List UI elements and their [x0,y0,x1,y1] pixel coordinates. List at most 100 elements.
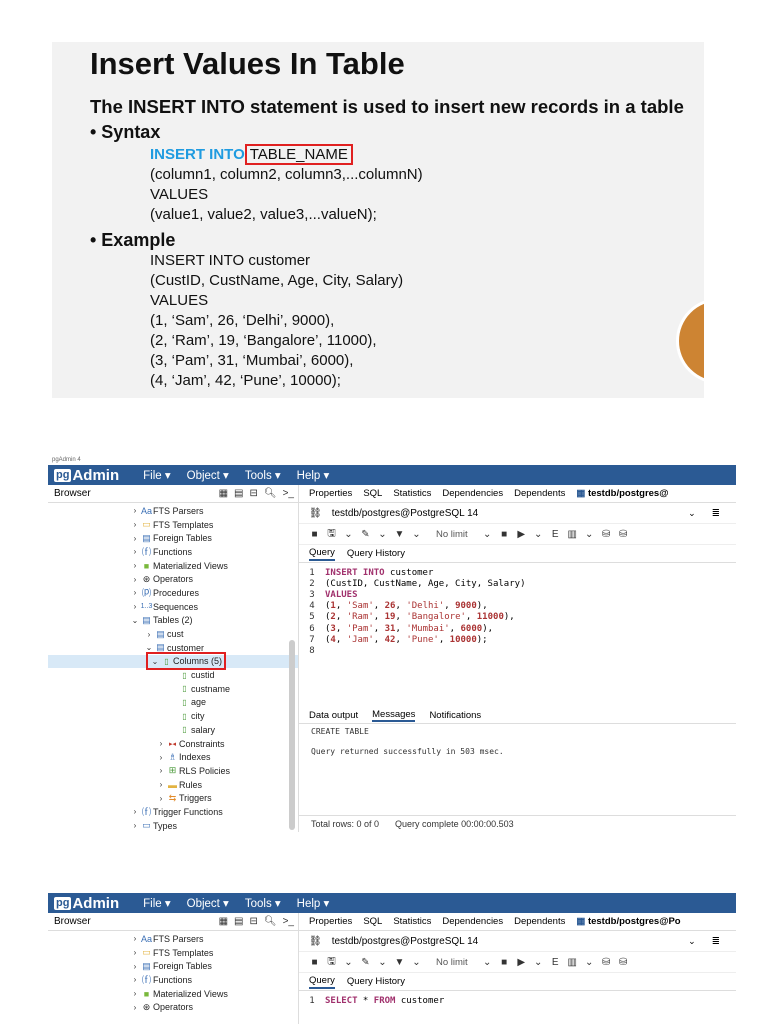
tab-dependencies[interactable]: Dependencies [442,916,503,927]
menu-help[interactable]: Help ▾ [297,896,330,910]
query-tool-icon[interactable]: ▦ [219,916,228,927]
tree-item-fts-parsers[interactable]: › Aa FTS Parsers [48,932,298,946]
tree-item-materialized-views[interactable]: › ■ Materialized Views [48,559,298,573]
tab-properties[interactable]: Properties [309,488,352,499]
chevron-down-icon[interactable]: ⌄ [688,936,696,947]
filter-rows-icon[interactable]: ⊟ [250,916,258,927]
tree-item-age[interactable]: ▯ age [48,696,298,710]
tree-item-sequences[interactable]: › 1..3 Sequences [48,600,298,614]
chevron-down-icon[interactable]: ⌄ [533,529,544,540]
tab-messages[interactable]: Messages [372,709,416,722]
chevron-down-icon[interactable]: ⌄ [150,657,160,666]
chevron-right-icon[interactable]: › [144,630,154,639]
explain-analyze-icon[interactable]: ▥ [567,529,578,540]
tree-item-city[interactable]: ▯ city [48,709,298,723]
chevron-right-icon[interactable]: › [130,561,140,570]
chevron-right-icon[interactable]: › [130,962,140,971]
edit-icon[interactable]: ✎ [360,957,371,968]
chevron-down-icon[interactable]: ⌄ [377,957,388,968]
chevron-down-icon[interactable]: ⌄ [533,957,544,968]
chevron-right-icon[interactable]: › [130,547,140,556]
tree-item-functions[interactable]: › ⒡ Functions [48,973,298,987]
tab-dependencies[interactable]: Dependencies [442,488,503,499]
tree-item-rls-policies[interactable]: › ⊞ RLS Policies [48,764,298,778]
connection-select[interactable]: testdb/postgres@PostgreSQL 14 [332,936,652,947]
tree-item-fts-templates[interactable]: › ▭ FTS Templates [48,518,298,532]
chevron-right-icon[interactable]: › [130,575,140,584]
chevron-right-icon[interactable]: › [130,1003,140,1012]
chevron-right-icon[interactable]: › [130,520,140,529]
search-icon[interactable]: 🔍︎ [264,488,277,499]
stop-icon[interactable]: ■ [499,957,510,968]
psql-tool-icon[interactable]: >_ [283,916,294,927]
tab-query[interactable]: Query [309,547,335,561]
chevron-right-icon[interactable]: › [156,766,166,775]
rollback-icon[interactable]: ⛁ [618,529,629,540]
tab-dependents[interactable]: Dependents [514,488,565,499]
tree-item-functions[interactable]: › ⒡ Functions [48,545,298,559]
tree-item-operators[interactable]: › ⊛ Operators [48,1000,298,1014]
chevron-right-icon[interactable]: › [130,948,140,957]
chevron-down-icon[interactable]: ⌄ [482,957,493,968]
tree-item-constraints[interactable]: › ▸◂ Constraints [48,737,298,751]
browser-scrollbar[interactable] [289,640,295,830]
chevron-down-icon[interactable]: ⌄ [343,957,354,968]
chevron-down-icon[interactable]: ⌄ [377,529,388,540]
chevron-down-icon[interactable]: ⌄ [688,508,696,519]
tab-notifications[interactable]: Notifications [429,710,481,721]
tree-item-types[interactable]: › ▭ Types [48,819,298,832]
sql-editor[interactable]: 1 INSERT INTO customer 2 (CustID, CustName… [299,563,736,657]
tree-item-rules[interactable]: › ▬ Rules [48,778,298,792]
tab-data-output[interactable]: Data output [309,710,358,721]
tab-query-tool[interactable]: ▦ testdb/postgres@ [576,488,668,499]
row-limit-select[interactable]: No limit [436,529,468,540]
tree-item-triggers[interactable]: › ⇆ Triggers [48,791,298,805]
menu-tools[interactable]: Tools ▾ [245,468,281,482]
tree-item-fts-parsers[interactable]: › Aa FTS Parsers [48,504,298,518]
tree-item-foreign-tables[interactable]: › ▤ Foreign Tables [48,531,298,545]
tree-item-tables[interactable]: ⌄ ▤ Tables (2) [48,614,298,628]
explain-icon[interactable]: E [550,529,561,540]
query-tool-icon[interactable]: ▦ [219,488,228,499]
chevron-right-icon[interactable]: › [130,588,140,597]
chevron-right-icon[interactable]: › [156,739,166,748]
chevron-down-icon[interactable]: ⌄ [584,529,595,540]
chevron-right-icon[interactable]: › [130,821,140,830]
tree-item-indexes[interactable]: › ♗ Indexes [48,750,298,764]
view-data-icon[interactable]: ▤ [234,916,243,927]
chevron-right-icon[interactable]: › [156,753,166,762]
menu-tools[interactable]: Tools ▾ [245,896,281,910]
filter-icon[interactable]: ▼ [394,957,405,968]
tree-item-cust[interactable]: › ▤ cust [48,627,298,641]
chevron-right-icon[interactable]: › [130,975,140,984]
search-icon[interactable]: 🔍︎ [264,916,277,927]
rollback-icon[interactable]: ⛁ [618,957,629,968]
filter-icon[interactable]: ▼ [394,529,405,540]
chevron-right-icon[interactable]: › [130,602,140,611]
save-file-icon[interactable]: 🖫︎ [326,526,337,543]
chevron-right-icon[interactable]: › [130,534,140,543]
tab-sql[interactable]: SQL [363,916,382,927]
tree-item-columns[interactable]: ⌄ ▯ Columns (5) [48,652,298,671]
menu-help[interactable]: Help ▾ [297,468,330,482]
explain-analyze-icon[interactable]: ▥ [567,957,578,968]
tab-sql[interactable]: SQL [363,488,382,499]
commit-icon[interactable]: ⛁ [601,957,612,968]
tree-item-trigger-functions[interactable]: › ⒡ Trigger Functions [48,805,298,819]
menu-file[interactable]: File ▾ [143,896,171,910]
view-data-icon[interactable]: ▤ [234,488,243,499]
sql-editor[interactable]: 1 SELECT * FROM customer [299,991,736,1006]
save-file-icon[interactable]: 🖫︎ [326,954,337,971]
row-limit-select[interactable]: No limit [436,957,468,968]
chevron-down-icon[interactable]: ⌄ [130,616,140,625]
tree-item-operators[interactable]: › ⊛ Operators [48,572,298,586]
tree-item-foreign-tables[interactable]: › ▤ Foreign Tables [48,959,298,973]
chevron-down-icon[interactable]: ⌄ [144,643,154,652]
tab-query-history[interactable]: Query History [347,548,405,559]
tab-statistics[interactable]: Statistics [393,916,431,927]
chevron-right-icon[interactable]: › [130,506,140,515]
open-file-icon[interactable]: ■ [309,957,320,968]
tree-item-procedures[interactable]: › ⒫ Procedures [48,586,298,600]
tab-query-tool[interactable]: ▦ testdb/postgres@Po [576,916,680,927]
execute-icon[interactable]: ▶ [516,957,527,968]
